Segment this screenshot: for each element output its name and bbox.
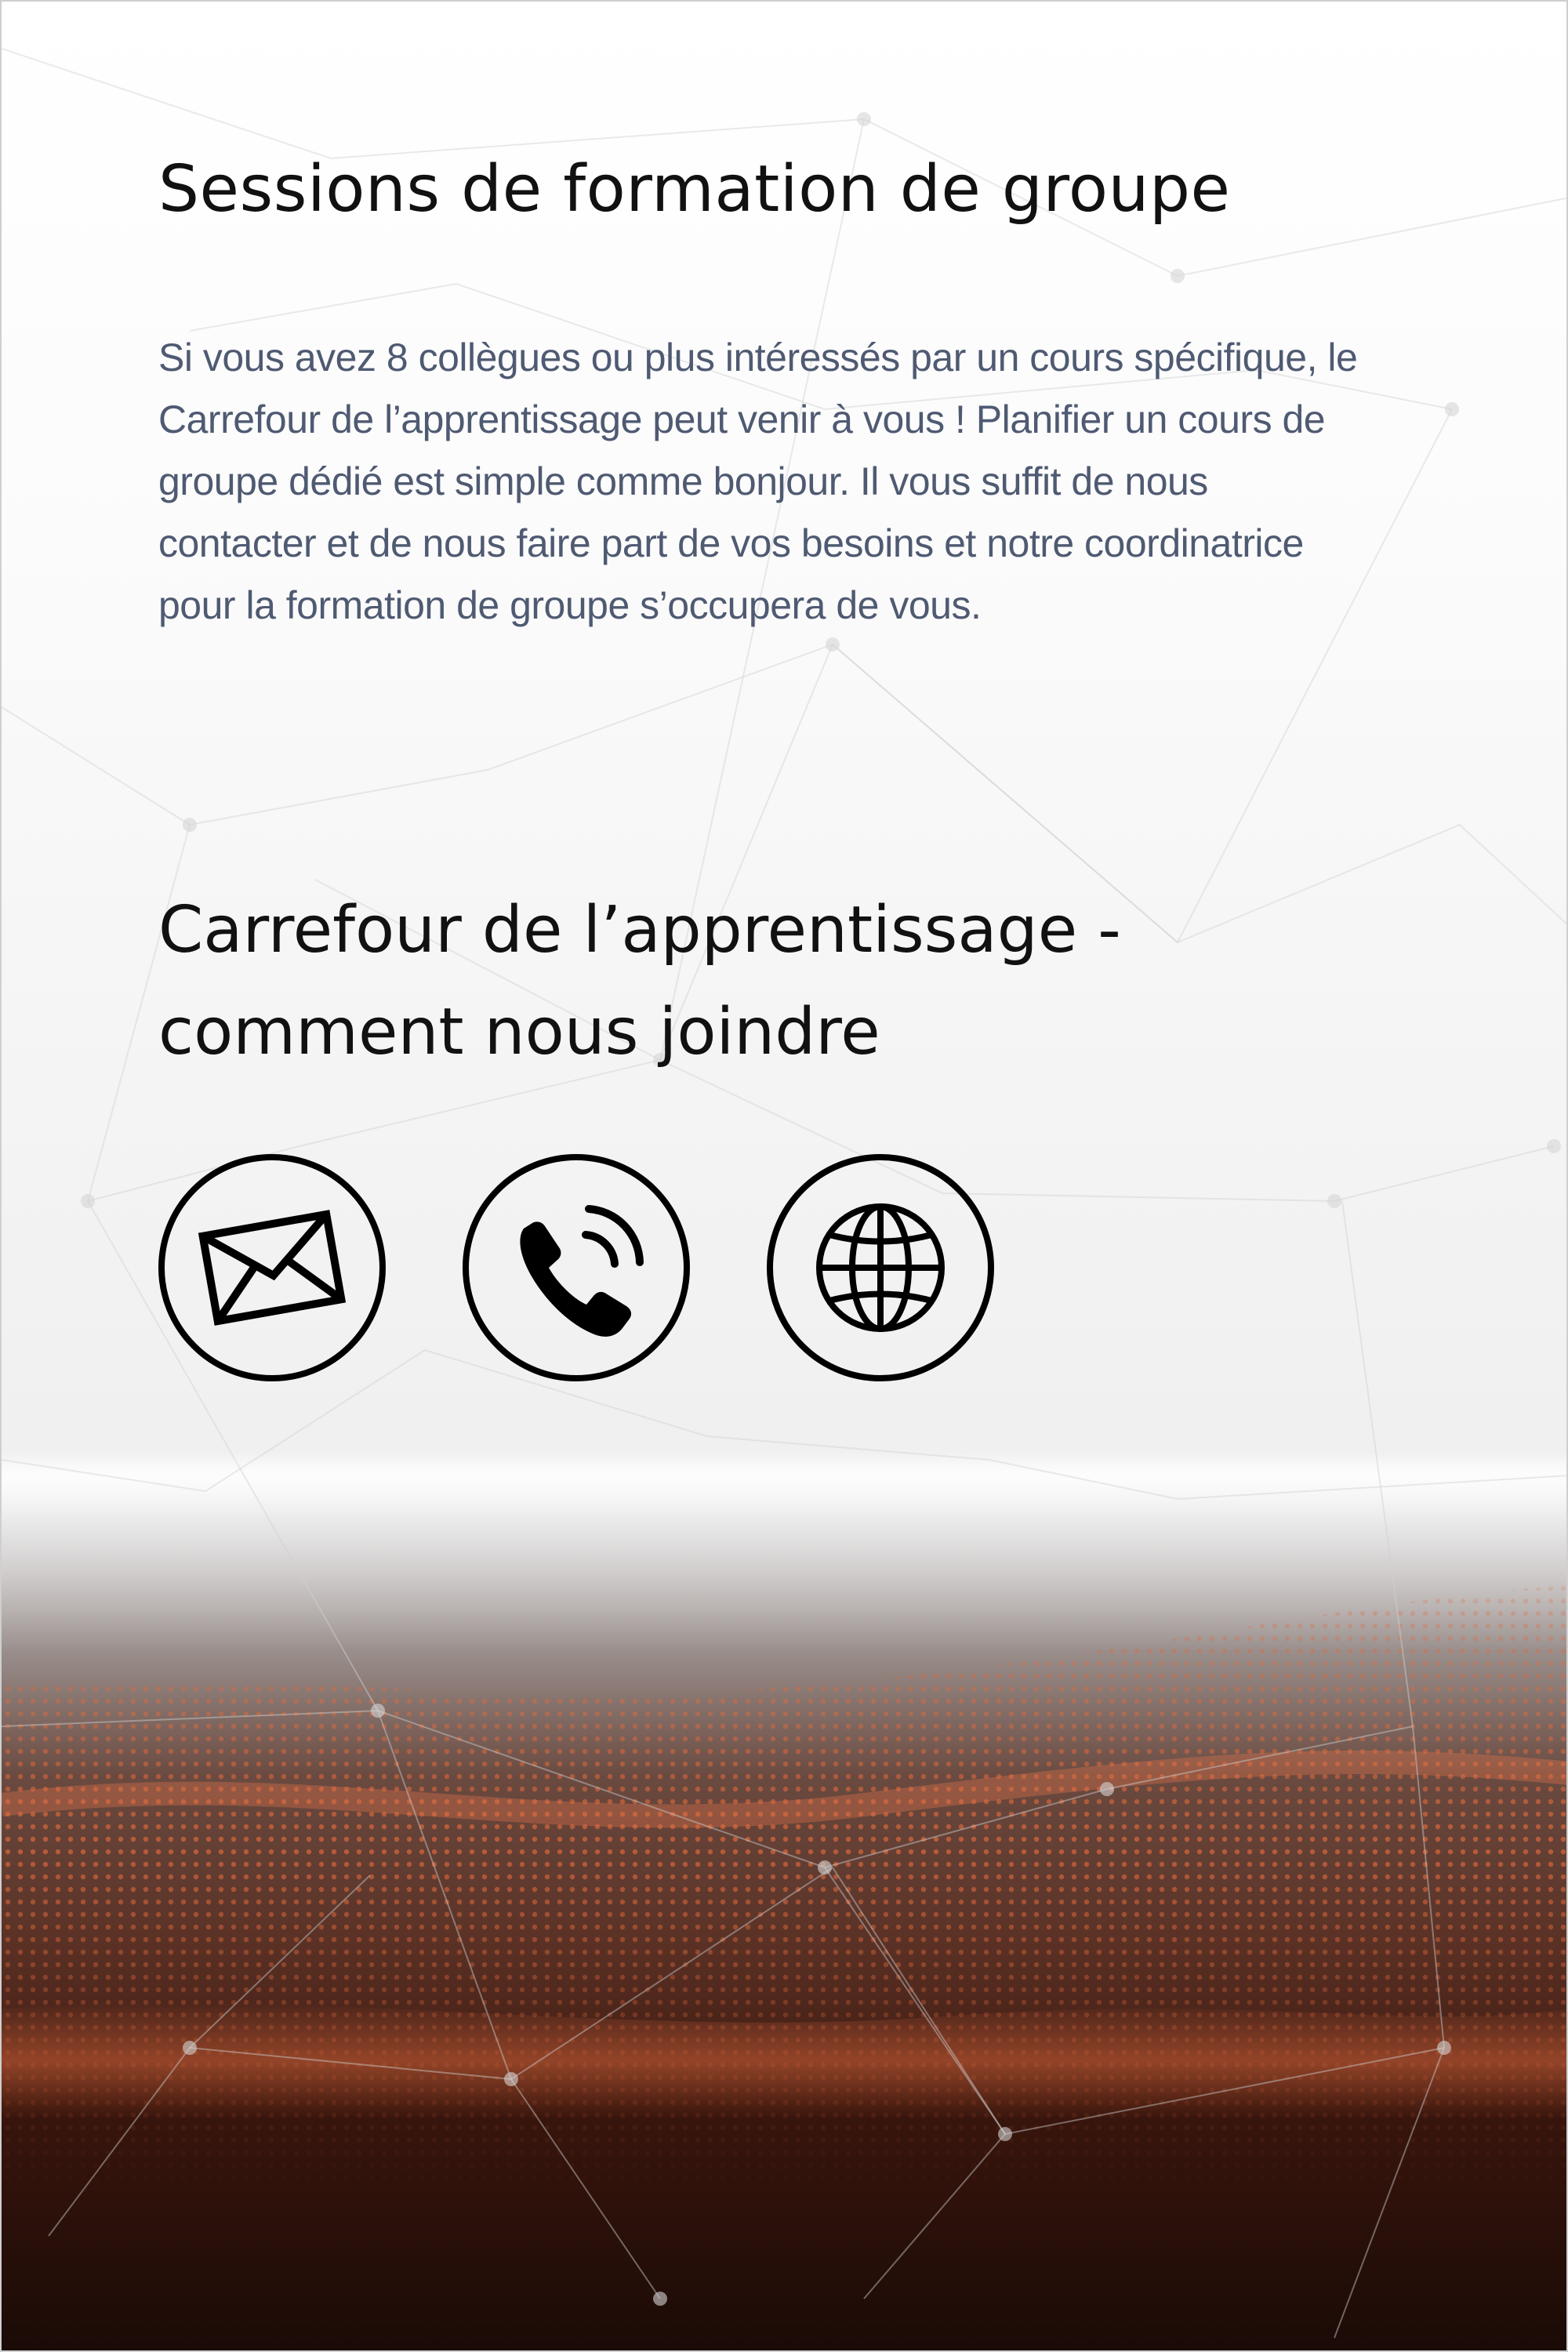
section-title-contact: Carrefour de l’apprentissage - comment n… xyxy=(158,893,1121,1069)
section-title-training: Sessions de formation de groupe xyxy=(158,152,1231,227)
page: Sessions de formation de groupe Si vous … xyxy=(0,0,1568,2352)
phone-button[interactable] xyxy=(463,1154,690,1381)
contact-icons xyxy=(158,1154,994,1381)
globe-icon xyxy=(816,1203,945,1332)
phone-icon xyxy=(520,1205,644,1337)
envelope-icon xyxy=(198,1210,347,1326)
training-description: Si vous avez 8 collègues ou plus intéres… xyxy=(158,336,1358,627)
email-button[interactable] xyxy=(158,1154,386,1381)
website-button[interactable] xyxy=(767,1154,994,1381)
